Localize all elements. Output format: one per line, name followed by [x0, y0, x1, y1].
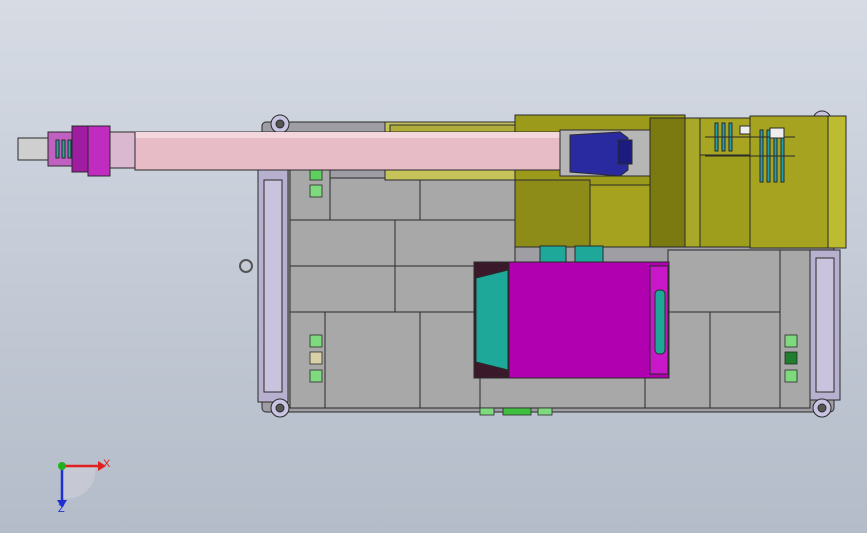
- cad-3d-viewport[interactable]: X Z: [0, 0, 867, 533]
- boom-arm: [134, 121, 651, 181]
- triad-x-label: X: [103, 458, 111, 470]
- triad-z-label: Z: [58, 503, 65, 515]
- end-effector: [17, 125, 136, 177]
- coordinate-triad: [57, 461, 106, 508]
- operator-cab: [473, 245, 670, 379]
